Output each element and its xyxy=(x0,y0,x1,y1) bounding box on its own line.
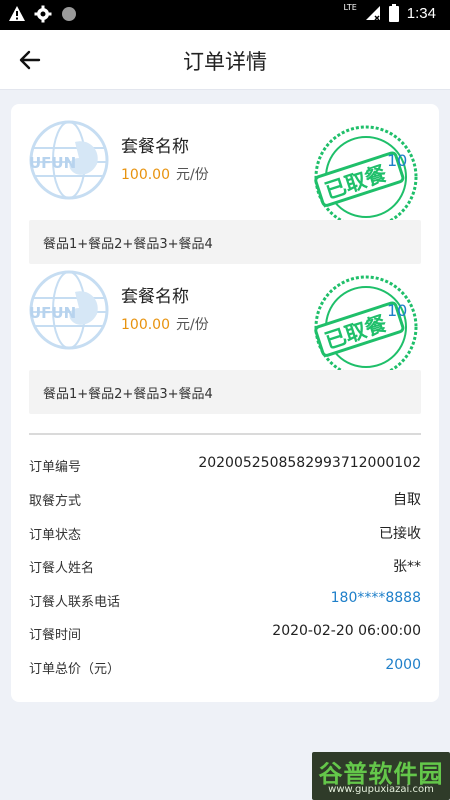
watermark-url: www.gupuxiazai.com xyxy=(328,784,434,795)
picked-up-stamp-icon: 已取餐 10 xyxy=(314,275,418,379)
package-price-row: 100.00 元/份 xyxy=(121,314,209,334)
order-detail-card: UFUN 套餐名称 100.00 元/份 已取餐 10 餐品1+餐品2+餐品3+餐… xyxy=(11,104,439,702)
package-items-text: 餐品1+餐品2+餐品3+餐品4 xyxy=(43,387,213,402)
svg-text:UFUN: UFUN xyxy=(29,154,76,172)
customer-name-row: 订餐人姓名 张** xyxy=(29,555,421,579)
package-name: 套餐名称 xyxy=(121,287,189,307)
package-unit: 元/份 xyxy=(176,167,209,183)
info-label: 订餐时间 xyxy=(29,628,82,643)
pickup-method-row: 取餐方式 自取 xyxy=(29,488,421,512)
order-number-row: 订单编号 2020052508582993712000102 xyxy=(29,454,421,478)
section-divider xyxy=(29,433,421,435)
order-time-value: 2020-02-20 06:00:00 xyxy=(272,623,421,639)
order-total-row: 订单总价（元） 2000 xyxy=(29,656,421,680)
package-item: UFUN 套餐名称 100.00 元/份 已取餐 10 xyxy=(11,254,439,379)
package-items-text: 餐品1+餐品2+餐品3+餐品4 xyxy=(43,237,213,252)
order-number-value: 2020052508582993712000102 xyxy=(198,455,421,471)
package-unit: 元/份 xyxy=(176,317,209,333)
info-label: 订餐人联系电话 xyxy=(29,595,121,610)
package-price: 100.00 xyxy=(121,317,170,333)
info-label: 订单总价（元） xyxy=(29,662,121,677)
pickup-method-value: 自取 xyxy=(393,492,421,508)
ufun-globe-logo-icon: UFUN xyxy=(29,120,109,200)
svg-text:UFUN: UFUN xyxy=(29,304,76,322)
package-price: 100.00 xyxy=(121,167,170,183)
package-item: UFUN 套餐名称 100.00 元/份 已取餐 10 xyxy=(11,104,439,229)
warning-icon xyxy=(9,6,25,21)
status-bar: LTE 1:34 xyxy=(0,0,450,30)
sync-circle-icon xyxy=(62,7,76,21)
svg-text:10: 10 xyxy=(387,301,407,320)
customer-name-value: 张** xyxy=(393,559,421,575)
order-time-row: 订餐时间 2020-02-20 06:00:00 xyxy=(29,622,421,646)
site-watermark: 谷普软件园 www.gupuxiazai.com xyxy=(312,752,450,800)
customer-phone-row: 订餐人联系电话 180****8888 xyxy=(29,589,421,613)
info-label: 取餐方式 xyxy=(29,494,82,509)
customer-phone-link[interactable]: 180****8888 xyxy=(331,590,421,606)
battery-icon xyxy=(388,4,399,22)
package-price-row: 100.00 元/份 xyxy=(121,164,209,184)
status-time: 1:34 xyxy=(406,4,436,22)
package-name: 套餐名称 xyxy=(121,137,189,157)
page-title: 订单详情 xyxy=(183,50,267,74)
network-type-label: LTE xyxy=(343,3,357,12)
order-status-row: 订单状态 已接收 xyxy=(29,522,421,546)
info-label: 订单编号 xyxy=(29,460,82,475)
info-label: 订单状态 xyxy=(29,528,82,543)
ufun-globe-logo-icon: UFUN xyxy=(29,270,109,350)
app-bar: 订单详情 xyxy=(0,30,450,90)
package-items-bar: 餐品1+餐品2+餐品3+餐品4 xyxy=(29,370,421,414)
info-label: 订餐人姓名 xyxy=(29,561,95,576)
order-status-value: 已接收 xyxy=(379,526,421,542)
signal-icon xyxy=(365,6,380,21)
svg-text:10: 10 xyxy=(387,151,407,170)
picked-up-stamp-icon: 已取餐 10 xyxy=(314,125,418,229)
order-total-value: 2000 xyxy=(385,657,421,673)
settings-gear-icon xyxy=(34,5,52,23)
